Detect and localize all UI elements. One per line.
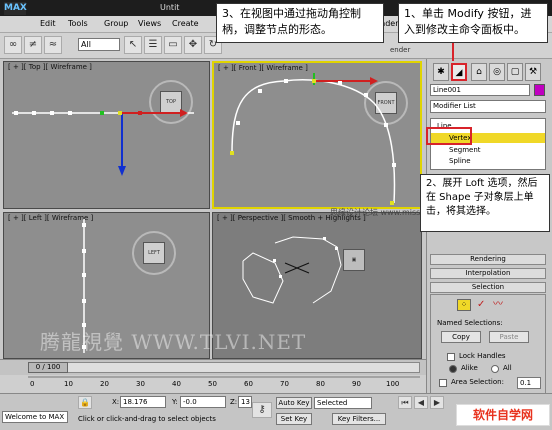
all-radio[interactable]: [491, 365, 499, 373]
lock-selection-icon[interactable]: 🔒: [78, 396, 92, 409]
modifier-list-dropdown[interactable]: Modifier List: [430, 100, 546, 113]
callout-step-3: 3、在视图中通过拖动角控制柄，调整节点的形态。: [216, 3, 384, 43]
area-selection-value[interactable]: 0.1: [517, 377, 541, 389]
select-object-icon[interactable]: ↖: [124, 36, 142, 54]
tick-label: 0: [30, 380, 35, 388]
spline-mode-icon[interactable]: 〰: [493, 299, 503, 311]
time-slider-track[interactable]: [28, 362, 420, 373]
tick-label: 80: [316, 380, 325, 388]
tick-label: 40: [172, 380, 181, 388]
unlink-icon[interactable]: ≠: [24, 36, 42, 54]
all-label: All: [503, 364, 512, 372]
key-icon[interactable]: ⚷: [252, 402, 272, 418]
set-key-button[interactable]: Set Key: [276, 413, 312, 425]
tick-label: 90: [352, 380, 361, 388]
app-logo[interactable]: MAX: [4, 2, 27, 15]
alike-label: Alike: [461, 364, 478, 372]
x-coordinate-field[interactable]: 18.176: [120, 396, 166, 408]
hierarchy-tab-icon[interactable]: ⌂: [471, 63, 487, 81]
stack-item-spline[interactable]: Spline: [449, 157, 471, 165]
play-icon[interactable]: ▶: [430, 396, 444, 409]
prompt-line: Click or click-and-drag to select object…: [78, 415, 216, 423]
tick-label: 10: [64, 380, 73, 388]
paste-button[interactable]: Paste: [489, 331, 529, 343]
selection-filter-dropdown[interactable]: All: [78, 38, 120, 51]
callout-step-1-pointer: [452, 43, 454, 61]
viewport-top[interactable]: [ + ][ Top ][ Wireframe ] TOP: [3, 61, 210, 209]
select-region-icon[interactable]: ▭: [164, 36, 182, 54]
track-bar[interactable]: 0 10 20 30 40 50 60 70 80 90 100: [0, 375, 426, 393]
modify-tab-icon[interactable]: ◢: [451, 63, 467, 81]
callout-step-1: 1、单击 Modify 按钮，进入到修改主命令面板中。: [398, 3, 548, 43]
area-selection-label: Area Selection:: [451, 378, 504, 386]
menu-edit[interactable]: Edit: [40, 19, 56, 28]
lock-handles-checkbox[interactable]: [447, 353, 455, 361]
z-coordinate-field[interactable]: 13: [238, 396, 252, 408]
stack-item-segment[interactable]: Segment: [449, 146, 481, 154]
x-label: X:: [112, 398, 120, 406]
top-view-spline: [12, 109, 194, 176]
rollout-rendering[interactable]: Rendering: [430, 254, 546, 265]
create-tab-icon[interactable]: ✱: [433, 63, 449, 81]
tick-label: 60: [244, 380, 253, 388]
site-logo: 软件自学网: [456, 404, 550, 426]
utilities-tab-icon[interactable]: ⚒: [525, 63, 541, 81]
tick-label: 70: [280, 380, 289, 388]
vertex-highlight-box: [426, 127, 472, 145]
callout-step-2: 2、展开 Loft 选项，然后在 Shape 子对象层上单击，将其选择。: [420, 174, 550, 232]
maxscript-listener[interactable]: Welcome to MAX: [2, 411, 68, 423]
selection-rollout-body: ⁘ ✓ 〰 Named Selections: Copy Paste Lock …: [430, 294, 546, 394]
bind-spacewarp-icon[interactable]: ≈: [44, 36, 62, 54]
object-color-swatch[interactable]: [534, 84, 545, 96]
viewport-front[interactable]: [ + ][ Front ][ Wireframe ] FRONT: [212, 61, 422, 209]
link-icon[interactable]: ∞: [4, 36, 22, 54]
named-selections-label: Named Selections:: [437, 319, 503, 327]
window-title: Untit: [160, 3, 180, 12]
menu-views[interactable]: Views: [138, 19, 161, 28]
toolbar-side-label: ender: [390, 46, 411, 54]
menu-tools[interactable]: Tools: [68, 19, 88, 28]
rollout-selection[interactable]: Selection: [430, 282, 546, 293]
key-filters-button[interactable]: Key Filters...: [332, 413, 386, 425]
tick-label: 20: [100, 380, 109, 388]
move-icon[interactable]: ✥: [184, 36, 202, 54]
auto-key-button[interactable]: Auto Key: [276, 397, 312, 409]
menu-create[interactable]: Create: [172, 19, 199, 28]
tick-label: 100: [386, 380, 400, 388]
copy-button[interactable]: Copy: [441, 331, 481, 343]
lock-handles-label: Lock Handles: [459, 352, 506, 360]
previous-frame-icon[interactable]: ◀: [414, 396, 428, 409]
time-slider-thumb[interactable]: 0 / 100: [28, 362, 68, 373]
tick-label: 50: [208, 380, 217, 388]
go-to-start-icon[interactable]: ⏮: [398, 396, 412, 409]
watermark: 腾龍視覺 WWW.TLVI.NET: [40, 330, 307, 354]
front-view-spline: [230, 73, 396, 205]
z-label: Z:: [230, 398, 238, 406]
y-label: Y:: [172, 398, 178, 406]
select-by-name-icon[interactable]: ☰: [144, 36, 162, 54]
y-coordinate-field[interactable]: -0.0: [180, 396, 226, 408]
rollout-interpolation[interactable]: Interpolation: [430, 268, 546, 279]
object-name-field[interactable]: Line001: [430, 84, 530, 96]
segment-mode-icon[interactable]: ✓: [477, 299, 485, 311]
display-tab-icon[interactable]: ▢: [507, 63, 523, 81]
menu-group[interactable]: Group: [104, 19, 128, 28]
area-selection-checkbox[interactable]: [439, 379, 447, 387]
tick-label: 30: [136, 380, 145, 388]
alike-radio[interactable]: [449, 365, 457, 373]
key-selection-dropdown[interactable]: Selected: [314, 397, 372, 409]
motion-tab-icon[interactable]: ◎: [489, 63, 505, 81]
vertex-mode-icon[interactable]: ⁘: [457, 299, 471, 311]
